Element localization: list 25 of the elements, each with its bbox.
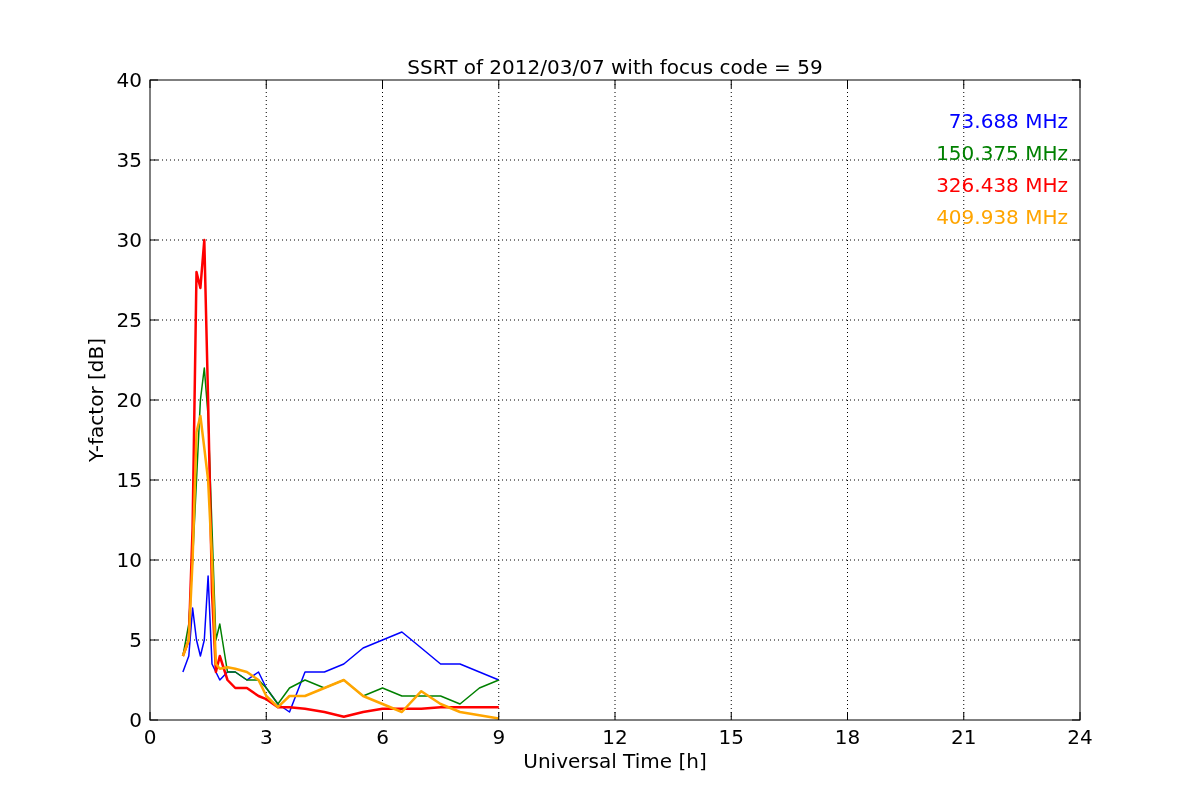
legend-label: 73.688 MHz [948,109,1068,133]
x-tick-label: 18 [834,725,861,749]
chart-title: SSRT of 2012/03/07 with focus code = 59 [407,55,823,79]
y-tick-label: 20 [116,388,142,412]
y-tick-label: 25 [116,308,142,332]
x-tick-label: 15 [718,725,744,749]
x-tick-label: 6 [376,725,389,749]
x-tick-label: 3 [259,725,273,749]
y-tick-label: 10 [116,548,142,572]
y-axis-label: Y-factor [dB] [84,338,108,462]
x-tick-label: 12 [602,725,628,749]
x-tick-label: 24 [1067,725,1093,749]
legend-label: 409.938 MHz [936,205,1068,229]
x-axis-label: Universal Time [h] [523,749,707,773]
y-tick-label: 30 [116,228,142,252]
x-tick-label: 9 [492,725,506,749]
legend-label: 150.375 MHz [936,141,1068,165]
y-tick-label: 40 [116,68,142,92]
legend-label: 326.438 MHz [936,173,1068,197]
x-tick-label: 21 [951,725,977,749]
x-tick-label: 0 [143,725,157,749]
y-tick-label: 15 [116,468,142,492]
y-tick-label: 0 [129,708,142,732]
y-tick-label: 5 [129,628,142,652]
y-tick-label: 35 [116,148,142,172]
